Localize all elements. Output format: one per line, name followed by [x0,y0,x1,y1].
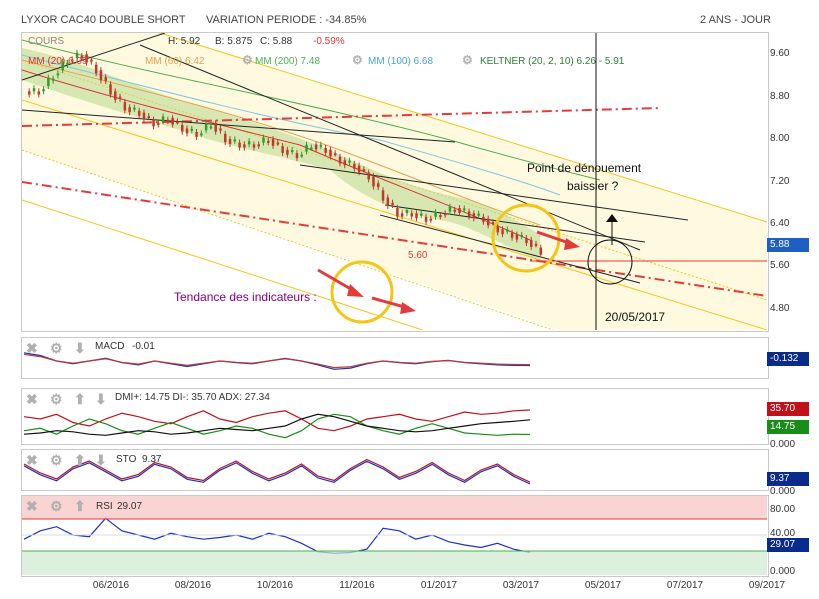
y-tick-label: 4.80 [770,302,790,314]
annotation-date: 20/05/2017 [605,310,666,324]
gear-icon[interactable]: ⚙ [242,53,253,67]
annotation-baissier: baissier ? [567,179,619,193]
gear-icon[interactable]: ⚙ [50,340,63,357]
y-tick-label: 6.40 [770,217,790,229]
x-tick-label: 10/2016 [256,580,294,591]
dmi-label: DMI+: 14.75 DI-: 35.70 ADX: 27.34 [115,392,270,403]
rsi-tag: 29.07 [767,538,809,552]
cours-toggle[interactable]: COURS [28,36,64,47]
dmi-plus-tag: 14.75 [767,420,809,434]
x-tick-label: 08/2016 [174,580,212,591]
close-icon[interactable]: ✖ [26,498,38,515]
gear-icon[interactable]: ⚙ [50,391,63,408]
macd-value: -0.01 [132,341,155,352]
rsi-tick-0: 0.000 [770,566,796,577]
annotation-tendance: Tendance des indicateurs : [174,290,317,304]
arrow-up-icon[interactable]: ⬆ [74,498,86,515]
sto-tag: 9.37 [767,472,809,486]
close-icon[interactable]: ✖ [26,340,38,357]
gear-icon[interactable]: ⚙ [462,53,473,67]
annotation-point: Point de dénouement [527,161,642,175]
x-tick-label: 06/2016 [92,580,130,591]
keltner-label[interactable]: KELTNER (20, 2, 10) 6.26 - 5.91 [480,56,624,67]
rsi-tick-80: 80.00 [770,504,796,515]
y-tick-label: 5.60 [770,260,790,272]
arrow-down-icon[interactable]: ⬇ [95,391,107,408]
x-tick-label: 11/2016 [339,580,375,591]
red-arrow-3-head [400,302,416,314]
arrow-up-icon[interactable]: ⬆ [74,452,86,469]
arrow-down-icon[interactable]: ⬇ [95,452,107,469]
arrow-down-icon[interactable]: ⬇ [74,340,86,357]
dmi-minus-tag: 35.70 [767,402,809,416]
sto-zero: 0.000 [770,486,796,497]
rsi-label: RSI [96,501,113,512]
rsi-line [23,517,531,554]
adx-line [23,413,531,436]
annotation-level: 5.60 [408,250,428,261]
close-change: -0.59% [313,36,345,47]
arrow-up-icon[interactable]: ⬆ [74,391,86,408]
macd-label: MACD [95,341,125,352]
mm200-label[interactable]: MM (200) 7.48 [255,56,320,67]
mm20-label[interactable]: MM (20) 6.09 [28,56,87,67]
dmi-zero: 0.000 [770,439,796,450]
y-tick-label: 9.60 [770,48,790,60]
high-value: H: 5.92 [168,36,201,47]
sto-value: 9.37 [142,454,162,465]
gear-icon[interactable]: ⚙ [50,452,63,469]
y-tick-label: 8.00 [770,133,790,145]
close-icon[interactable]: ✖ [26,452,38,469]
close-icon[interactable]: ✖ [26,391,38,408]
close-value: C: 5.88 [260,36,293,47]
highlight-circle-indicators [330,260,394,324]
rsi-oversold-zone [22,551,767,575]
last-price-tag: 5.88 [767,238,809,252]
di-plus-line [23,413,531,439]
x-tick-label: 05/2017 [584,580,622,591]
macd-tag: -0.132 [767,352,809,366]
macd-signal-line [23,353,531,369]
x-tick-label: 07/2017 [666,580,704,591]
rsi-value: 29.07 [117,501,143,512]
low-value: B: 5.875 [215,36,253,47]
x-tick-label: 09/2017 [748,580,786,591]
gear-icon[interactable]: ⚙ [352,53,363,67]
gear-icon[interactable]: ⚙ [50,498,63,515]
mm100-label[interactable]: MM (100) 6.68 [368,56,433,67]
y-tick-label: 8.80 [770,90,790,102]
mm60-label[interactable]: MM (60) 6.42 [145,56,204,67]
sto-label: STO [116,454,137,465]
red-arrow-2-head [347,284,364,297]
x-tick-label: 03/2017 [502,580,540,591]
x-tick-label: 01/2017 [420,580,458,591]
y-tick-label: 7.20 [770,175,790,187]
